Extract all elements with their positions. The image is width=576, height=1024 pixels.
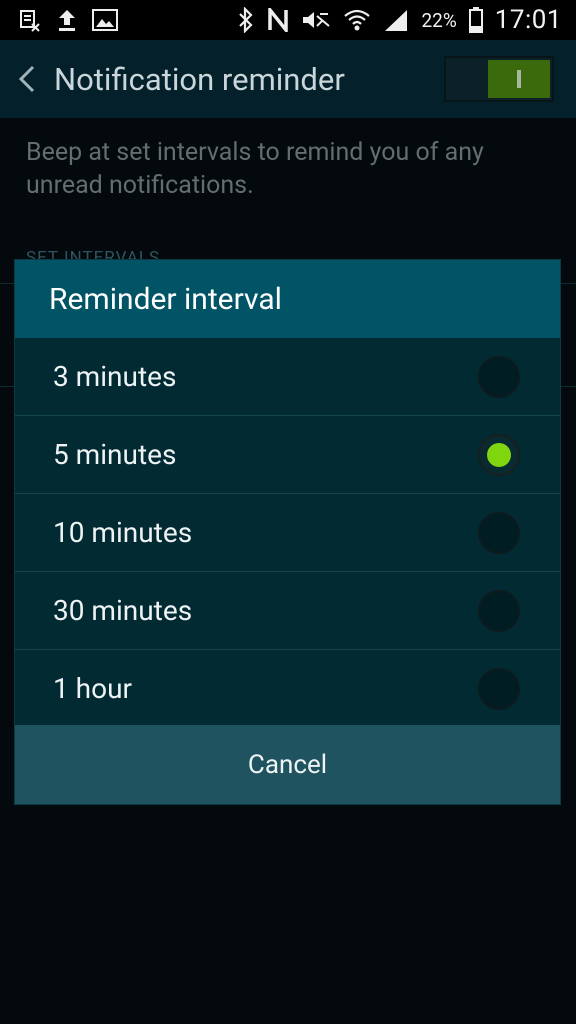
signal-icon bbox=[383, 6, 409, 34]
action-bar: Notification reminder bbox=[0, 40, 576, 118]
nfc-icon bbox=[267, 6, 289, 34]
mute-icon bbox=[301, 6, 331, 34]
dialog-header: Reminder interval bbox=[15, 260, 560, 338]
option-label: 5 minutes bbox=[53, 438, 177, 471]
option-30-minutes[interactable]: 30 minutes bbox=[15, 572, 560, 650]
option-label: 1 hour bbox=[53, 672, 132, 705]
clock: 17:01 bbox=[494, 5, 562, 35]
option-10-minutes[interactable]: 10 minutes bbox=[15, 494, 560, 572]
image-icon bbox=[92, 6, 118, 34]
chevron-left-icon bbox=[18, 65, 35, 93]
battery-percent: 22% bbox=[421, 8, 457, 32]
radio-button-selected[interactable] bbox=[478, 433, 520, 476]
option-label: 30 minutes bbox=[53, 594, 193, 627]
dialog-title: Reminder interval bbox=[49, 281, 282, 317]
upload-icon bbox=[56, 6, 78, 34]
option-3-minutes[interactable]: 3 minutes bbox=[15, 338, 560, 416]
radio-button[interactable] bbox=[478, 667, 520, 710]
battery-icon bbox=[468, 6, 483, 34]
option-1-hour[interactable]: 1 hour bbox=[15, 650, 560, 728]
back-button[interactable] bbox=[4, 40, 50, 118]
wifi-icon bbox=[343, 6, 371, 34]
cancel-button[interactable]: Cancel bbox=[15, 725, 560, 804]
reminder-interval-dialog: Reminder interval 3 minutes 5 minutes 10… bbox=[14, 259, 561, 805]
bluetooth-icon bbox=[237, 6, 255, 34]
switch-knob bbox=[488, 60, 550, 98]
radio-button[interactable] bbox=[478, 355, 520, 398]
option-label: 10 minutes bbox=[53, 516, 193, 549]
description-text: Beep at set intervals to remind you of a… bbox=[26, 138, 484, 200]
status-bar: 22% 17:01 bbox=[0, 0, 576, 40]
radio-dot bbox=[487, 442, 511, 467]
master-switch[interactable] bbox=[444, 56, 554, 102]
screenshot-icon bbox=[18, 6, 42, 34]
radio-button[interactable] bbox=[478, 511, 520, 554]
page-title: Notification reminder bbox=[54, 60, 345, 98]
option-5-minutes[interactable]: 5 minutes bbox=[15, 416, 560, 494]
radio-button[interactable] bbox=[478, 589, 520, 632]
option-label: 3 minutes bbox=[53, 360, 177, 393]
